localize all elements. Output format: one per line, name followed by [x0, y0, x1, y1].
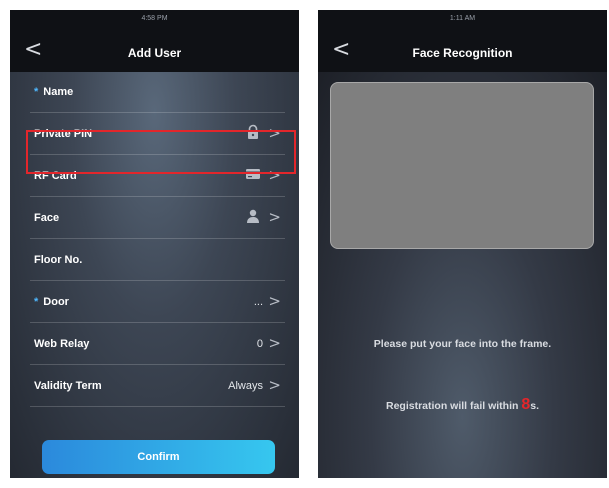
required-asterisk: * [34, 296, 39, 308]
row-web-relay[interactable]: Web Relay 0 > [30, 324, 285, 365]
add-user-screen: 4:58 PM < Add User * Name Private PIN > R… [10, 10, 299, 478]
row-door[interactable]: * Door ... > [30, 282, 285, 323]
row-label: Web Relay [34, 338, 90, 350]
required-asterisk: * [34, 86, 39, 98]
status-bar: 4:58 PM [10, 10, 299, 32]
confirm-button[interactable]: Confirm [42, 440, 275, 474]
row-name[interactable]: * Name [30, 72, 285, 113]
face-capture-area: Please put your face into the frame. Reg… [318, 72, 607, 478]
page-title: Add User [127, 46, 182, 60]
page-title: Face Recognition [412, 46, 513, 60]
timeout-suffix: s. [530, 400, 539, 412]
row-face[interactable]: Face > [30, 198, 285, 239]
row-floor-no[interactable]: Floor No. [30, 240, 285, 281]
row-value: 0 [256, 338, 263, 350]
row-label: * Door [34, 296, 69, 308]
row-label: Face [34, 212, 60, 224]
person-icon [247, 209, 259, 223]
row-label: Validity Term [34, 380, 102, 392]
instruction-text: Please put your face into the frame. [373, 338, 552, 350]
face-row-highlight [26, 130, 296, 174]
status-bar: 1:11 AM [318, 10, 607, 32]
row-label: * Name [34, 86, 74, 98]
top-bar: < Add User [10, 32, 299, 72]
timeout-prefix: Registration will fail within [385, 400, 522, 412]
top-bar: < Face Recognition [318, 32, 607, 72]
row-value: Always [228, 380, 263, 392]
face-recognition-screen: 1:11 AM < Face Recognition Please put yo… [318, 10, 607, 478]
registration-timeout-text: Registration will fail within 8s. [318, 396, 607, 414]
chevron-right-icon: > [268, 334, 281, 352]
status-time: 1:11 AM [449, 15, 476, 22]
row-value: ... [253, 296, 263, 308]
status-time: 4:58 PM [141, 15, 168, 22]
chevron-right-icon: > [268, 376, 281, 394]
camera-preview-frame [330, 82, 594, 249]
chevron-right-icon: > [268, 208, 281, 226]
row-validity-term[interactable]: Validity Term Always > [30, 366, 285, 407]
chevron-right-icon: > [268, 292, 281, 310]
row-label: Floor No. [34, 254, 83, 266]
countdown-seconds: 8 [521, 396, 531, 413]
